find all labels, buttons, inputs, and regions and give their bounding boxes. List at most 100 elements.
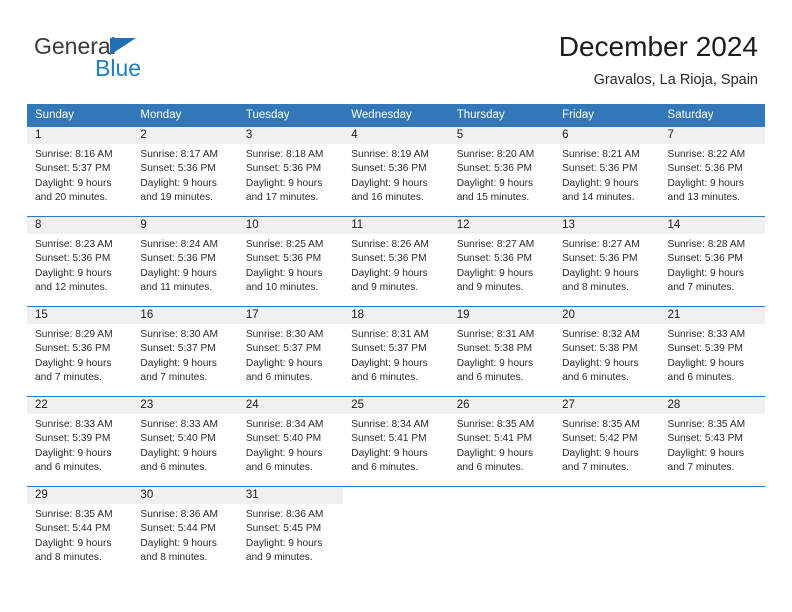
day-number: 4 — [343, 127, 449, 144]
week-row: 8 Sunrise: 8:23 AM Sunset: 5:36 PM Dayli… — [27, 216, 765, 306]
day-info: Sunrise: 8:34 AM Sunset: 5:40 PM Dayligh… — [238, 414, 343, 476]
day-cell[interactable]: 27 Sunrise: 8:35 AM Sunset: 5:42 PM Dayl… — [554, 397, 660, 486]
day-cell[interactable]: 9 Sunrise: 8:24 AM Sunset: 5:36 PM Dayli… — [132, 217, 238, 306]
day-cell[interactable]: 28 Sunrise: 8:35 AM Sunset: 5:43 PM Dayl… — [659, 397, 765, 486]
day-cell[interactable]: 29 Sunrise: 8:35 AM Sunset: 5:44 PM Dayl… — [27, 487, 133, 576]
sunrise-text: Sunrise: 8:33 AM — [140, 419, 219, 430]
day-cell[interactable]: 12 Sunrise: 8:27 AM Sunset: 5:36 PM Dayl… — [448, 217, 555, 306]
day-cell[interactable]: 14 Sunrise: 8:28 AM Sunset: 5:36 PM Dayl… — [659, 217, 765, 306]
daylight-text-line1: Daylight: 9 hours — [562, 267, 639, 279]
weekday-header-wednesday: Wednesday — [351, 109, 412, 121]
sunset-text: Sunset: 5:36 PM — [245, 253, 322, 265]
day-number: 3 — [237, 127, 344, 144]
sunset-text: Sunset: 5:36 PM — [667, 163, 743, 175]
daylight-text-line1: Daylight: 9 hours — [140, 447, 217, 459]
day-cell[interactable]: 15 Sunrise: 8:29 AM Sunset: 5:36 PM Dayl… — [27, 307, 133, 396]
general-blue-logo[interactable]: General Blue — [34, 33, 214, 85]
daylight-text-line1: Daylight: 9 hours — [667, 357, 744, 369]
daylight-text-line2: and 6 minutes. — [140, 462, 208, 474]
sunrise-text: Sunrise: 8:27 AM — [456, 239, 535, 250]
weekday-header-monday: Monday — [140, 109, 182, 121]
sunrise-text: Sunrise: 8:34 AM — [245, 419, 324, 430]
day-cell[interactable]: 10 Sunrise: 8:25 AM Sunset: 5:36 PM Dayl… — [237, 217, 344, 306]
daylight-text-line1: Daylight: 9 hours — [667, 267, 744, 279]
sunrise-text: Sunrise: 8:23 AM — [35, 239, 113, 250]
day-cell[interactable]: 16 Sunrise: 8:30 AM Sunset: 5:37 PM Dayl… — [132, 307, 238, 396]
day-cell[interactable]: 19 Sunrise: 8:31 AM Sunset: 5:38 PM Dayl… — [448, 307, 555, 396]
day-cell[interactable]: 24 Sunrise: 8:34 AM Sunset: 5:40 PM Dayl… — [237, 397, 344, 486]
daylight-text-line1: Daylight: 9 hours — [35, 357, 112, 369]
day-number: 12 — [448, 217, 555, 234]
day-number: 5 — [448, 127, 555, 144]
day-cell[interactable]: 5 Sunrise: 8:20 AM Sunset: 5:36 PM Dayli… — [448, 127, 555, 216]
daylight-text-line2: and 8 minutes. — [140, 552, 208, 564]
day-info: Sunrise: 8:20 AM Sunset: 5:36 PM Dayligh… — [449, 144, 554, 206]
sunset-text: Sunset: 5:38 PM — [456, 343, 533, 355]
daylight-text-line1: Daylight: 9 hours — [245, 357, 323, 369]
day-cell[interactable]: 2 Sunrise: 8:17 AM Sunset: 5:36 PM Dayli… — [132, 127, 238, 216]
weekday-header-saturday: Saturday — [667, 109, 714, 121]
sunset-text: Sunset: 5:36 PM — [245, 163, 322, 175]
page-title: December 2024 — [558, 31, 758, 62]
day-info: Sunrise: 8:19 AM Sunset: 5:36 PM Dayligh… — [343, 144, 448, 206]
sunrise-text: Sunrise: 8:20 AM — [456, 149, 535, 160]
day-info: Sunrise: 8:33 AM Sunset: 5:39 PM Dayligh… — [27, 414, 132, 476]
day-cell[interactable]: 21 Sunrise: 8:33 AM Sunset: 5:39 PM Dayl… — [659, 307, 765, 396]
daylight-text-line1: Daylight: 9 hours — [351, 447, 428, 459]
sunrise-text: Sunrise: 8:30 AM — [245, 329, 324, 340]
sunrise-text: Sunrise: 8:17 AM — [140, 149, 219, 160]
daylight-text-line2: and 6 minutes. — [456, 462, 524, 474]
day-number: 6 — [554, 127, 660, 144]
daylight-text-line2: and 12 minutes. — [35, 282, 108, 294]
day-info: Sunrise: 8:36 AM Sunset: 5:44 PM Dayligh… — [132, 504, 237, 566]
day-info: Sunrise: 8:32 AM Sunset: 5:38 PM Dayligh… — [554, 324, 659, 386]
day-cell[interactable]: 31 Sunrise: 8:36 AM Sunset: 5:45 PM Dayl… — [237, 487, 344, 576]
day-cell[interactable]: 25 Sunrise: 8:34 AM Sunset: 5:41 PM Dayl… — [343, 397, 449, 486]
day-cell[interactable]: 6 Sunrise: 8:21 AM Sunset: 5:36 PM Dayli… — [554, 127, 660, 216]
day-cell[interactable]: 18 Sunrise: 8:31 AM Sunset: 5:37 PM Dayl… — [343, 307, 449, 396]
sunrise-text: Sunrise: 8:25 AM — [245, 239, 324, 250]
daylight-text-line1: Daylight: 9 hours — [351, 357, 428, 369]
day-cell[interactable]: 7 Sunrise: 8:22 AM Sunset: 5:36 PM Dayli… — [659, 127, 765, 216]
day-info: Sunrise: 8:35 AM Sunset: 5:43 PM Dayligh… — [660, 414, 765, 476]
day-info: Sunrise: 8:23 AM Sunset: 5:36 PM Dayligh… — [27, 234, 132, 296]
sunrise-text: Sunrise: 8:27 AM — [562, 239, 640, 250]
day-info: Sunrise: 8:28 AM Sunset: 5:36 PM Dayligh… — [660, 234, 765, 296]
day-cell[interactable]: 4 Sunrise: 8:19 AM Sunset: 5:36 PM Dayli… — [343, 127, 449, 216]
day-number — [343, 487, 449, 504]
day-number: 2 — [132, 127, 238, 144]
daylight-text-line2: and 8 minutes. — [35, 552, 102, 564]
day-cell[interactable]: 22 Sunrise: 8:33 AM Sunset: 5:39 PM Dayl… — [27, 397, 133, 486]
day-info: Sunrise: 8:35 AM Sunset: 5:42 PM Dayligh… — [554, 414, 659, 476]
sunrise-text: Sunrise: 8:36 AM — [140, 509, 219, 520]
day-cell-empty — [554, 487, 660, 576]
day-cell[interactable]: 20 Sunrise: 8:32 AM Sunset: 5:38 PM Dayl… — [554, 307, 660, 396]
day-cell[interactable]: 11 Sunrise: 8:26 AM Sunset: 5:36 PM Dayl… — [343, 217, 449, 306]
day-cell[interactable]: 3 Sunrise: 8:18 AM Sunset: 5:36 PM Dayli… — [237, 127, 344, 216]
day-info: Sunrise: 8:34 AM Sunset: 5:41 PM Dayligh… — [343, 414, 448, 476]
daylight-text-line1: Daylight: 9 hours — [140, 537, 217, 549]
daylight-text-line1: Daylight: 9 hours — [667, 177, 744, 189]
daylight-text-line2: and 6 minutes. — [351, 462, 419, 474]
daylight-text-line2: and 14 minutes. — [562, 192, 635, 204]
day-number: 9 — [132, 217, 238, 234]
daylight-text-line2: and 11 minutes. — [140, 282, 213, 294]
day-cell[interactable]: 13 Sunrise: 8:27 AM Sunset: 5:36 PM Dayl… — [554, 217, 660, 306]
daylight-text-line2: and 6 minutes. — [456, 372, 524, 384]
day-cell[interactable]: 26 Sunrise: 8:35 AM Sunset: 5:41 PM Dayl… — [448, 397, 555, 486]
daylight-text-line2: and 6 minutes. — [35, 462, 102, 474]
day-cell[interactable]: 17 Sunrise: 8:30 AM Sunset: 5:37 PM Dayl… — [237, 307, 344, 396]
day-number: 22 — [27, 397, 133, 414]
day-cell[interactable]: 1 Sunrise: 8:16 AM Sunset: 5:37 PM Dayli… — [27, 127, 133, 216]
daylight-text-line2: and 13 minutes. — [667, 192, 741, 204]
day-cell[interactable]: 8 Sunrise: 8:23 AM Sunset: 5:36 PM Dayli… — [27, 217, 133, 306]
sunrise-text: Sunrise: 8:35 AM — [562, 419, 640, 430]
sunset-text: Sunset: 5:41 PM — [456, 433, 533, 445]
day-cell[interactable]: 23 Sunrise: 8:33 AM Sunset: 5:40 PM Dayl… — [132, 397, 238, 486]
daylight-text-line1: Daylight: 9 hours — [667, 447, 744, 459]
day-info: Sunrise: 8:33 AM Sunset: 5:40 PM Dayligh… — [132, 414, 237, 476]
day-cell[interactable]: 30 Sunrise: 8:36 AM Sunset: 5:44 PM Dayl… — [132, 487, 238, 576]
calendar-page: General Blue December 2024 Gravalos, La … — [0, 0, 792, 612]
day-number: 25 — [343, 397, 449, 414]
sunrise-text: Sunrise: 8:18 AM — [245, 149, 324, 160]
